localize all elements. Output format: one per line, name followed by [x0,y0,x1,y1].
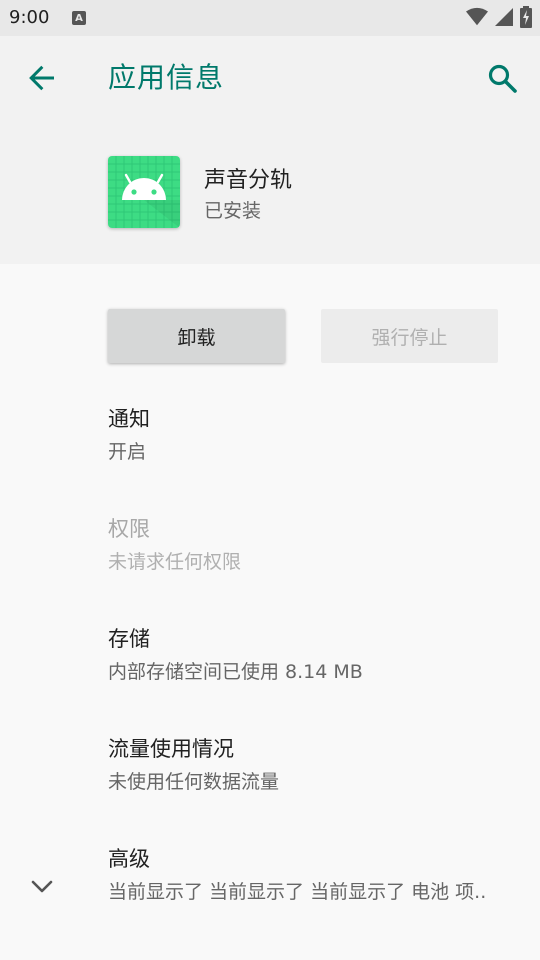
status-time: 9:00 [9,7,50,28]
settings-item-storage[interactable]: 存储 内部存储空间已使用 8.14 MB [0,624,540,720]
app-header: 应用信息 声音分轨 已安装 [0,36,540,264]
settings-item-subtitle: 未请求任何权限 [108,551,242,573]
page-title: 应用信息 [108,61,225,94]
settings-item-title: 高级 [108,847,150,871]
uninstall-button[interactable]: 卸载 [108,309,285,363]
arrow-back-icon [29,65,54,91]
chevron-down-icon [31,880,53,893]
app-install-status: 已安装 [204,200,262,222]
settings-item-title: 存储 [108,627,150,651]
battery-icon [520,6,532,28]
settings-item-subtitle: 当前显示了 当前显示了 当前显示了 电池 项.. [108,881,487,903]
android-icon [108,156,180,228]
status-bar: 9:00 A [0,0,540,36]
status-icons [466,6,532,28]
settings-item-subtitle: 未使用任何数据流量 [108,771,280,793]
back-button[interactable] [26,62,58,94]
settings-item-advanced[interactable]: 高级 当前显示了 当前显示了 当前显示了 电池 项.. [0,844,540,940]
app-name: 声音分轨 [204,168,293,193]
settings-item-title: 通知 [108,407,150,431]
settings-item-title: 权限 [108,517,150,541]
wifi-icon [466,7,488,26]
signal-icon [495,8,513,26]
settings-item-subtitle: 内部存储空间已使用 8.14 MB [108,661,363,683]
settings-item-notifications[interactable]: 通知 开启 [0,404,540,500]
settings-item-data-usage[interactable]: 流量使用情况 未使用任何数据流量 [0,734,540,830]
search-icon [488,64,517,93]
settings-item-subtitle: 开启 [108,441,147,463]
force-stop-button[interactable]: 强行停止 [321,309,498,363]
settings-item-permissions[interactable]: 权限 未请求任何权限 [0,514,540,610]
app-icon [108,156,180,228]
notification-a-icon: A [72,11,86,25]
settings-item-title: 流量使用情况 [108,737,234,761]
search-button[interactable] [486,62,520,96]
